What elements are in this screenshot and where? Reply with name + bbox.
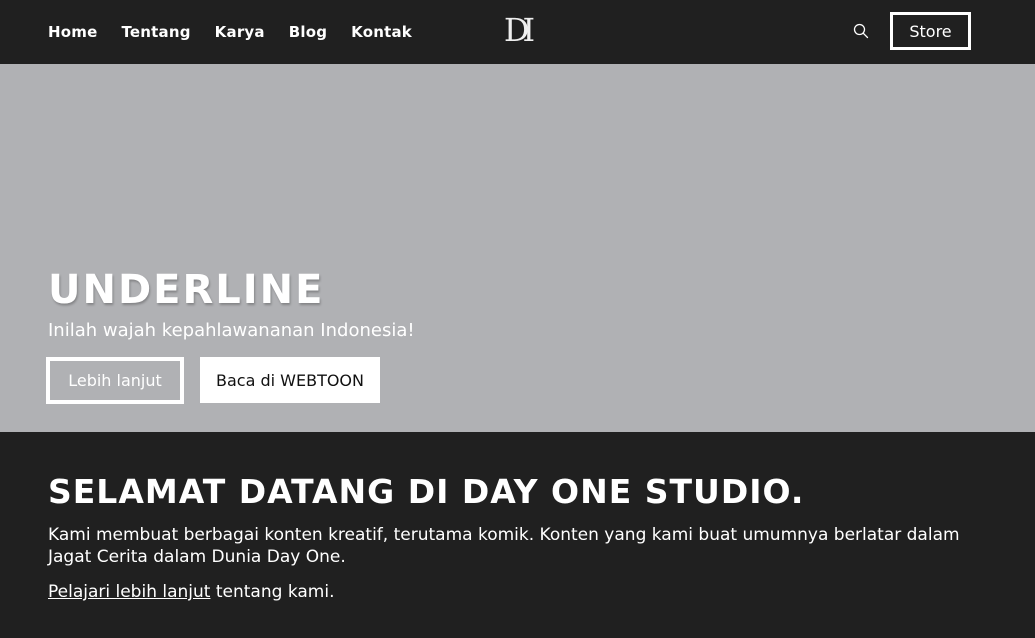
top-navbar: Home Tentang Karya Blog Kontak DI Store: [0, 0, 1035, 64]
welcome-title: SELAMAT DATANG DI DAY ONE STUDIO.: [48, 472, 805, 511]
hero-title: UNDERLINE: [48, 267, 325, 313]
learn-more-link[interactable]: Pelajari lebih lanjut: [48, 582, 210, 602]
nav-link-karya[interactable]: Karya: [215, 23, 265, 41]
nav-link-blog[interactable]: Blog: [289, 23, 327, 41]
nav-link-home[interactable]: Home: [48, 23, 97, 41]
store-button[interactable]: Store: [890, 12, 971, 50]
hero-subtitle: Inilah wajah kepahlawananan Indonesia!: [48, 320, 415, 341]
nav-link-kontak[interactable]: Kontak: [351, 23, 412, 41]
welcome-link-line: Pelajari lebih lanjut tentang kami.: [48, 581, 334, 603]
welcome-description: Kami membuat berbagai konten kreatif, te…: [48, 525, 960, 567]
search-icon[interactable]: [853, 23, 869, 39]
site-logo[interactable]: DI: [499, 12, 535, 48]
welcome-section: SELAMAT DATANG DI DAY ONE STUDIO. Kami m…: [0, 432, 1035, 638]
hero-banner: UNDERLINE Inilah wajah kepahlawananan In…: [0, 64, 1035, 432]
learn-more-button[interactable]: Lebih lanjut: [46, 357, 184, 404]
welcome-link-suffix: tentang kami.: [210, 582, 335, 602]
nav-link-tentang[interactable]: Tentang: [121, 23, 190, 41]
main-nav: Home Tentang Karya Blog Kontak: [48, 0, 412, 64]
read-on-webtoon-button[interactable]: Baca di WEBTOON: [200, 357, 380, 403]
